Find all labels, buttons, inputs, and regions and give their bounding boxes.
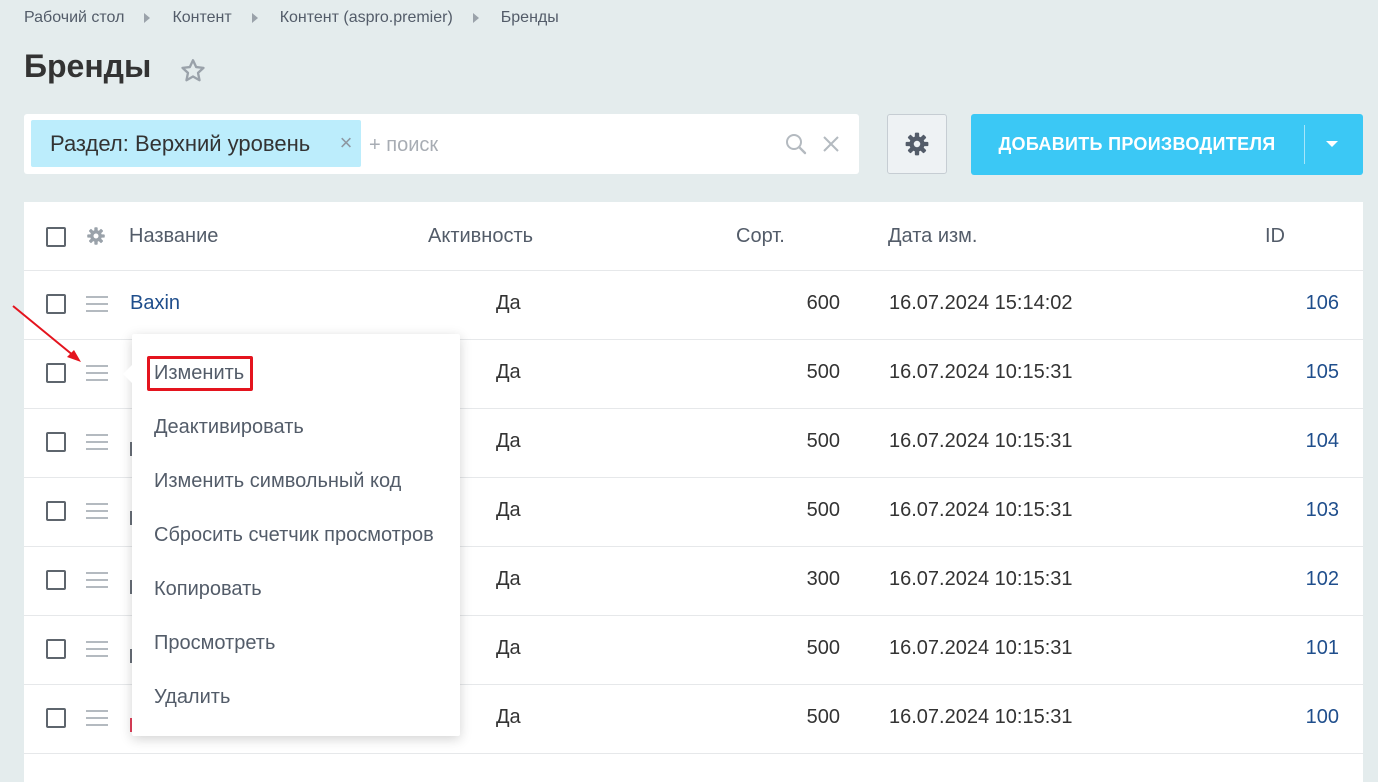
breadcrumb-item-desktop[interactable]: Рабочий стол xyxy=(24,9,124,27)
breadcrumb-item-content[interactable]: Контент xyxy=(172,9,231,27)
row-active: Да xyxy=(496,430,521,452)
close-icon[interactable] xyxy=(821,134,841,154)
breadcrumb-item-content-aspro[interactable]: Контент (aspro.premier) xyxy=(280,9,453,27)
row-date: 16.07.2024 10:15:31 xyxy=(889,568,1073,590)
breadcrumb-separator-icon xyxy=(472,13,479,23)
row-checkbox[interactable] xyxy=(46,294,66,314)
hamburger-icon[interactable] xyxy=(86,710,108,726)
row-active: Да xyxy=(496,499,521,521)
column-header-id[interactable]: ID xyxy=(1265,225,1285,248)
row-date: 16.07.2024 15:14:02 xyxy=(889,292,1073,314)
search-icon[interactable] xyxy=(784,132,808,156)
row-date: 16.07.2024 10:15:31 xyxy=(889,430,1073,452)
add-manufacturer-button[interactable]: ДОБАВИТЬ ПРОИЗВОДИТЕЛЯ xyxy=(971,114,1363,175)
row-sort: 500 xyxy=(806,361,840,383)
column-header-sort[interactable]: Сорт. xyxy=(736,225,785,248)
row-date: 16.07.2024 10:15:31 xyxy=(889,637,1073,659)
button-divider xyxy=(1304,125,1305,164)
page-title: Бренды xyxy=(24,48,152,84)
row-checkbox[interactable] xyxy=(46,363,66,383)
row-sort: 500 xyxy=(806,499,840,521)
menu-item-deactivate[interactable]: Деактивировать xyxy=(154,416,304,439)
row-id-link[interactable]: 102 xyxy=(1306,568,1339,591)
row-id-link[interactable]: 100 xyxy=(1306,706,1339,729)
row-active: Да xyxy=(496,361,521,383)
menu-item-reset-views[interactable]: Сбросить счетчик просмотров xyxy=(154,524,434,547)
gear-icon[interactable] xyxy=(86,226,106,246)
gear-icon xyxy=(905,132,929,156)
row-sort: 600 xyxy=(806,292,840,314)
hamburger-icon[interactable] xyxy=(86,365,108,381)
row-active: Да xyxy=(496,637,521,659)
select-all-checkbox[interactable] xyxy=(46,227,66,247)
row-name-link[interactable]: Baxin xyxy=(130,292,180,315)
hamburger-icon[interactable] xyxy=(86,641,108,657)
row-id-link[interactable]: 103 xyxy=(1306,499,1339,522)
hamburger-icon[interactable] xyxy=(86,434,108,450)
row-date: 16.07.2024 10:15:31 xyxy=(889,706,1073,728)
menu-item-delete[interactable]: Удалить xyxy=(154,686,230,709)
menu-item-copy[interactable]: Копировать xyxy=(154,578,262,601)
column-header-active[interactable]: Активность xyxy=(428,225,533,248)
filter-tag-section[interactable]: Раздел: Верхний уровень × xyxy=(31,120,361,167)
column-header-name[interactable]: Название xyxy=(129,225,218,248)
filter-tag-label: Раздел: Верхний уровень xyxy=(50,130,311,156)
table-row[interactable]: Baxin Да 600 16.07.2024 15:14:02 106 xyxy=(24,270,1363,340)
row-date: 16.07.2024 10:15:31 xyxy=(889,361,1073,383)
menu-item-edit[interactable]: Изменить xyxy=(154,362,244,385)
row-date: 16.07.2024 10:15:31 xyxy=(889,499,1073,521)
table-header: Название Активность Сорт. Дата изм. ID xyxy=(24,202,1363,271)
hamburger-icon[interactable] xyxy=(86,503,108,519)
row-id-link[interactable]: 105 xyxy=(1306,361,1339,384)
menu-item-view[interactable]: Просмотреть xyxy=(154,632,275,655)
breadcrumb-separator-icon xyxy=(251,13,258,23)
caret-down-icon[interactable] xyxy=(1326,141,1338,147)
row-sort: 300 xyxy=(806,568,840,590)
breadcrumb: Рабочий стол Контент Контент (aspro.prem… xyxy=(24,8,559,28)
column-header-date[interactable]: Дата изм. xyxy=(888,225,978,248)
filter-search-bar[interactable]: Раздел: Верхний уровень × xyxy=(24,114,859,174)
row-checkbox[interactable] xyxy=(46,501,66,521)
row-sort: 500 xyxy=(806,706,840,728)
row-checkbox[interactable] xyxy=(46,639,66,659)
row-active: Да xyxy=(496,706,521,728)
row-id-link[interactable]: 104 xyxy=(1306,430,1339,453)
search-input[interactable] xyxy=(367,124,771,166)
row-sort: 500 xyxy=(806,637,840,659)
breadcrumb-item-brands[interactable]: Бренды xyxy=(501,9,559,27)
add-manufacturer-label: ДОБАВИТЬ ПРОИЗВОДИТЕЛЯ xyxy=(998,134,1276,154)
row-active: Да xyxy=(496,568,521,590)
menu-item-edit-code[interactable]: Изменить символьный код xyxy=(154,470,401,493)
row-checkbox[interactable] xyxy=(46,570,66,590)
hamburger-icon[interactable] xyxy=(86,296,108,312)
row-context-menu: Изменить Деактивировать Изменить символь… xyxy=(123,334,460,736)
row-active: Да xyxy=(496,292,521,314)
settings-button[interactable] xyxy=(887,114,947,174)
star-icon[interactable] xyxy=(179,57,207,85)
row-sort: 500 xyxy=(806,430,840,452)
row-checkbox[interactable] xyxy=(46,708,66,728)
hamburger-icon[interactable] xyxy=(86,572,108,588)
menu-pointer xyxy=(123,364,133,384)
row-id-link[interactable]: 106 xyxy=(1306,292,1339,315)
breadcrumb-separator-icon xyxy=(144,13,151,23)
row-checkbox[interactable] xyxy=(46,432,66,452)
row-id-link[interactable]: 101 xyxy=(1306,637,1339,660)
filter-tag-remove-icon[interactable]: × xyxy=(337,132,355,154)
